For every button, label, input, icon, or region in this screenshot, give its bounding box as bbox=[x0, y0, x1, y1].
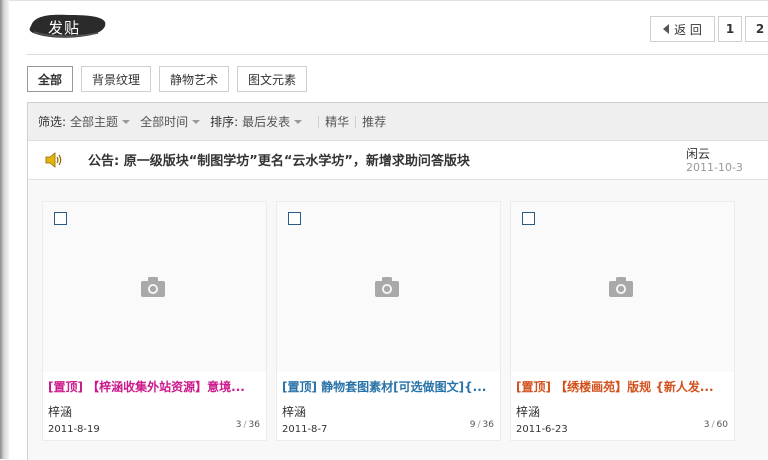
sort-label: 排序: bbox=[210, 115, 239, 129]
thread-title[interactable]: [置顶] 【梓涵收集外站资源】意境... bbox=[48, 378, 260, 395]
view-count: 60 bbox=[716, 420, 728, 430]
reply-count: 9 bbox=[469, 420, 476, 430]
announcement-author[interactable]: 闲云 bbox=[686, 145, 710, 162]
time-dropdown[interactable]: 全部时间 bbox=[140, 113, 201, 130]
digest-link[interactable]: 精华 bbox=[325, 113, 349, 130]
thread-author[interactable]: 梓涵 bbox=[516, 403, 540, 420]
top-divider bbox=[9, 0, 768, 1]
thread-title[interactable]: [置顶] 静物套图素材[可选做图文]{... bbox=[282, 378, 494, 395]
page-1-button[interactable]: 1 bbox=[718, 16, 742, 42]
back-button[interactable]: 返 回 bbox=[650, 16, 715, 42]
back-label: 返 回 bbox=[674, 22, 702, 37]
announcement-row: 公告: 原一级版块“制图学坊”更名“云水学坊”，新增求助问答版块 闲云 2011… bbox=[28, 141, 768, 180]
new-post-label: 发贴 bbox=[48, 19, 81, 37]
back-arrow-icon bbox=[663, 24, 670, 34]
separator bbox=[355, 115, 357, 128]
tab-graphic-elements[interactable]: 图文元素 bbox=[237, 66, 308, 92]
camera-icon bbox=[141, 277, 165, 297]
reply-count: 3 bbox=[703, 420, 710, 430]
new-post-button[interactable]: 发贴 bbox=[28, 12, 108, 40]
chevron-down-icon bbox=[122, 119, 131, 124]
thread-title[interactable]: [置顶] 【绣楼画苑】版规 {新人发... bbox=[516, 378, 728, 395]
header-divider bbox=[26, 54, 768, 55]
select-checkbox[interactable] bbox=[522, 212, 535, 225]
thread-card[interactable]: [置顶] 【梓涵收集外站资源】意境... 梓涵 2011-8-19 3/36 bbox=[42, 201, 267, 441]
page-2-button[interactable]: 2 bbox=[745, 16, 768, 42]
camera-icon bbox=[609, 277, 633, 297]
camera-icon bbox=[375, 277, 399, 297]
thread-author[interactable]: 梓涵 bbox=[282, 403, 306, 420]
reply-view-count: 3/60 bbox=[703, 420, 728, 430]
view-count: 36 bbox=[248, 420, 260, 430]
reply-view-count: 3/36 bbox=[235, 420, 260, 430]
category-tabs: 全部 背景纹理 静物艺术 图文元素 bbox=[27, 66, 315, 92]
speaker-icon bbox=[45, 152, 62, 168]
thread-card[interactable]: [置顶] 【绣楼画苑】版规 {新人发... 梓涵 2011-6-23 3/60 bbox=[510, 201, 735, 441]
select-checkbox[interactable] bbox=[288, 212, 301, 225]
thread-date: 2011-8-19 bbox=[48, 424, 100, 435]
time-dropdown-value: 全部时间 bbox=[140, 115, 189, 129]
filter-label: 筛选: bbox=[38, 115, 67, 129]
pagination: 返 回 1 2 bbox=[650, 16, 768, 42]
thread-date: 2011-6-23 bbox=[516, 424, 568, 435]
sort-dropdown[interactable]: 最后发表 bbox=[242, 113, 303, 130]
announcement-title[interactable]: 公告: 原一级版块“制图学坊”更名“云水学坊”，新增求助问答版块 bbox=[88, 150, 470, 169]
thread-date: 2011-8-7 bbox=[282, 424, 328, 435]
recommend-link[interactable]: 推荐 bbox=[362, 113, 386, 130]
separator bbox=[318, 115, 320, 128]
thread-card[interactable]: [置顶] 静物套图素材[可选做图文]{... 梓涵 2011-8-7 9/36 bbox=[276, 201, 501, 441]
tab-still-life-art[interactable]: 静物艺术 bbox=[159, 66, 230, 92]
filter-bar: 筛选: 全部主题 全部时间 排序: 最后发表 精华 推荐 bbox=[28, 103, 768, 141]
chevron-down-icon bbox=[192, 119, 201, 124]
theme-dropdown[interactable]: 全部主题 bbox=[70, 113, 131, 130]
thread-author[interactable]: 梓涵 bbox=[48, 403, 72, 420]
window-left-edge bbox=[0, 0, 9, 459]
reply-view-count: 9/36 bbox=[469, 420, 494, 430]
sort-dropdown-value: 最后发表 bbox=[242, 115, 291, 129]
theme-dropdown-value: 全部主题 bbox=[70, 115, 119, 129]
announcement-date: 2011-10-3 bbox=[686, 161, 743, 174]
tab-background-texture[interactable]: 背景纹理 bbox=[81, 66, 152, 92]
reply-count: 3 bbox=[235, 420, 242, 430]
select-checkbox[interactable] bbox=[54, 212, 67, 225]
chevron-down-icon bbox=[294, 119, 303, 124]
view-count: 36 bbox=[482, 420, 494, 430]
tab-all[interactable]: 全部 bbox=[27, 66, 74, 92]
